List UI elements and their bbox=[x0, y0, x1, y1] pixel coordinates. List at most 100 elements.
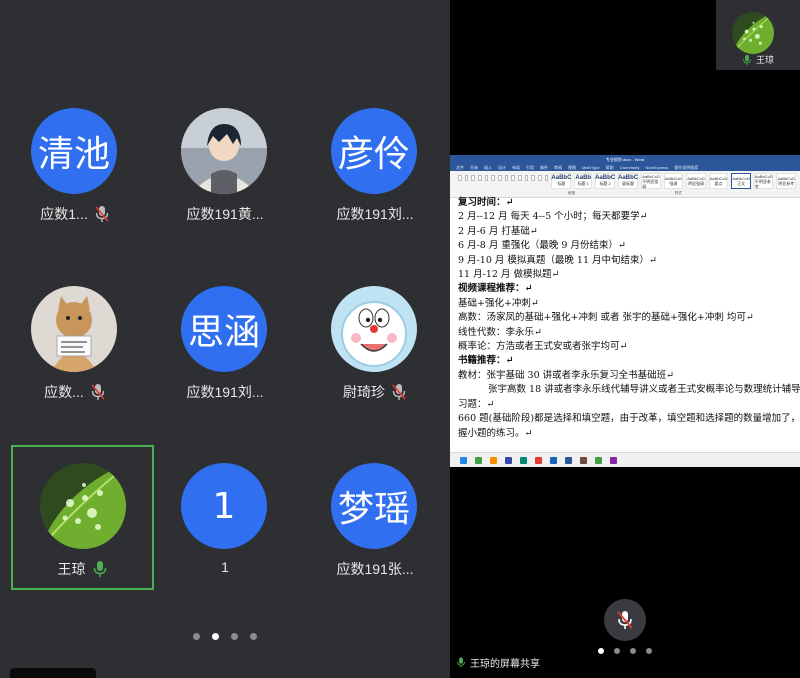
ribbon-button[interactable] bbox=[504, 175, 509, 181]
taskbar-app-icon[interactable] bbox=[490, 456, 497, 464]
word-menu-item[interactable]: 引用 bbox=[526, 165, 534, 171]
participant-grid: 清池 应数1... 应数191黄... 彦伶 应数191刘... 应数... 思涵 应数191… bbox=[0, 0, 450, 678]
screen-share-label: 王琼的屏幕共享 bbox=[456, 655, 540, 670]
style-name: 明显强调 bbox=[687, 181, 704, 186]
participant-name: 应数191刘... bbox=[186, 384, 264, 400]
page-dot[interactable] bbox=[598, 648, 604, 654]
style-gallery-item[interactable]: AaBbCcD 明显参考 bbox=[776, 173, 797, 189]
ribbon-button[interactable] bbox=[464, 175, 469, 181]
word-titlebar: 专业规划.docx - Word bbox=[450, 155, 800, 164]
style-name: 正文 bbox=[737, 181, 746, 186]
style-gallery-item[interactable]: AaBbCcD 不明显参考 bbox=[753, 173, 774, 189]
document-line: 11 月-12 月 做模拟题↵ bbox=[458, 269, 560, 281]
style-gallery-item[interactable]: AaBbC 副标题 bbox=[618, 173, 638, 189]
taskbar-app-icon[interactable] bbox=[565, 456, 572, 464]
word-menu-item[interactable]: Grammarly bbox=[620, 165, 640, 170]
word-menu-item[interactable]: 设计 bbox=[498, 165, 506, 171]
style-gallery-item[interactable]: AaBbCcD 明显强调 bbox=[686, 173, 706, 189]
shared-screen[interactable]: 专业规划.docx - Word 文件 开始 插入 设计 布局 引用 邮件 审阅 视图 MathT… bbox=[450, 155, 800, 467]
taskbar-app-icon[interactable] bbox=[595, 456, 602, 464]
taskbar-app-icon[interactable] bbox=[520, 456, 527, 464]
style-name: 标题 2 bbox=[599, 181, 611, 186]
taskbar-app-icon[interactable] bbox=[610, 456, 617, 464]
document-line: 习题：↵ bbox=[458, 398, 495, 410]
page-dot[interactable] bbox=[250, 633, 257, 640]
ribbon-button[interactable] bbox=[531, 175, 536, 181]
taskbar-app-icon[interactable] bbox=[505, 456, 512, 464]
word-menu-item[interactable]: NoteExpress bbox=[645, 165, 668, 170]
ribbon-button[interactable] bbox=[471, 175, 476, 181]
participant-name-row: 尉琦珍 bbox=[300, 382, 450, 402]
word-menu-item[interactable]: 帮助 bbox=[606, 165, 614, 171]
page-indicator[interactable] bbox=[0, 633, 450, 640]
ribbon-button[interactable] bbox=[498, 175, 502, 181]
share-page-indicator[interactable] bbox=[450, 648, 800, 654]
participant-tile[interactable]: 尉琦珍 bbox=[300, 268, 450, 413]
document-line: 教材：张宇基础 30 讲或者李永乐复习全书基础班↵ bbox=[458, 369, 675, 381]
participant-tile[interactable]: 思涵 应数191刘... bbox=[150, 268, 300, 413]
self-video-thumbnail[interactable]: 王琼 bbox=[716, 0, 800, 70]
document-line: 660 题(基础阶段)都是选择和填空题，由于改革，填空题和选择题的数量增加了， bbox=[458, 413, 800, 425]
participant-tile[interactable]: 彦伶应数191刘... bbox=[300, 90, 450, 235]
participant-name: 尉琦珍 bbox=[343, 384, 385, 400]
word-menu-item[interactable]: 文件 bbox=[456, 165, 464, 171]
participant-avatar: 彦伶 bbox=[331, 108, 417, 194]
ribbon-button[interactable] bbox=[478, 175, 482, 181]
word-menu-item[interactable]: 布局 bbox=[512, 165, 520, 171]
word-menu-item[interactable]: 操作说明搜索 bbox=[674, 165, 698, 171]
ribbon-button[interactable] bbox=[518, 175, 522, 181]
document-heading: 复习时间：↵ bbox=[458, 197, 514, 208]
page-dot[interactable] bbox=[646, 648, 652, 654]
participant-name-row: 应数191张... bbox=[300, 559, 450, 579]
participant-name-row: 王琼 bbox=[13, 559, 152, 579]
word-menu-item[interactable]: 插入 bbox=[484, 165, 492, 171]
style-gallery-item[interactable]: AaBbCcD 不明显强调 bbox=[641, 173, 661, 189]
ribbon-button[interactable] bbox=[491, 175, 496, 181]
document-heading: 视频课程推荐：↵ bbox=[458, 283, 533, 295]
word-menu-item[interactable]: 视图 bbox=[568, 165, 576, 171]
style-gallery-item[interactable]: AaBbCcD 正文 bbox=[731, 173, 751, 189]
participant-tile[interactable]: 梦瑶 应数191张... bbox=[300, 445, 450, 590]
participant-tile[interactable]: 王琼 bbox=[11, 445, 154, 590]
style-gallery-item[interactable]: AaBbC 标题 bbox=[551, 173, 571, 189]
word-menu-item[interactable]: 开始 bbox=[470, 165, 478, 171]
style-gallery-item[interactable]: AaBbCcD 强调 bbox=[663, 173, 684, 189]
ribbon-button[interactable] bbox=[524, 175, 529, 181]
participant-tile[interactable]: 应数... bbox=[0, 268, 150, 413]
page-dot[interactable] bbox=[212, 633, 219, 640]
taskbar-app-icon[interactable] bbox=[580, 456, 587, 464]
self-name-row: 王琼 bbox=[716, 53, 800, 66]
page-dot[interactable] bbox=[231, 633, 238, 640]
taskbar-app-icon[interactable] bbox=[460, 456, 467, 464]
taskbar-app-icon[interactable] bbox=[475, 456, 482, 464]
participant-name: 应数191刘... bbox=[336, 206, 414, 222]
mute-button[interactable] bbox=[604, 599, 646, 641]
participant-tile[interactable]: 清池 应数1... bbox=[0, 90, 150, 235]
participant-avatar: 清池 bbox=[31, 108, 117, 194]
participant-name-row: 应数191刘... bbox=[300, 204, 450, 224]
mic-muted-icon bbox=[617, 611, 633, 629]
word-menu-item[interactable]: MathType bbox=[582, 165, 600, 170]
participant-tile[interactable]: 11 bbox=[150, 445, 300, 590]
style-gallery-item[interactable]: AaBbCcD 要点 bbox=[708, 173, 729, 189]
ribbon-button[interactable] bbox=[484, 175, 489, 181]
word-menu-item[interactable]: 审阅 bbox=[554, 165, 562, 171]
style-gallery-item[interactable]: AaBbC 标题 2 bbox=[595, 173, 615, 189]
style-name: 副标题 bbox=[622, 181, 635, 186]
page-dot[interactable] bbox=[193, 633, 200, 640]
ribbon-button[interactable] bbox=[458, 175, 462, 181]
participant-name-row: 应数191黄... bbox=[150, 204, 300, 224]
page-dot[interactable] bbox=[630, 648, 636, 654]
ribbon-button[interactable] bbox=[544, 175, 549, 181]
taskbar-app-icon[interactable] bbox=[550, 456, 557, 464]
style-gallery-item[interactable]: AaBb 标题 1 bbox=[574, 173, 593, 189]
participant-tile[interactable]: 应数191黄... bbox=[150, 90, 300, 235]
word-menu-item[interactable]: 邮件 bbox=[540, 165, 548, 171]
page-dot[interactable] bbox=[614, 648, 620, 654]
ribbon-button[interactable] bbox=[538, 175, 542, 181]
ribbon-button[interactable] bbox=[511, 175, 516, 181]
participant-name: 应数191张... bbox=[336, 561, 414, 577]
mic-speaking-icon bbox=[742, 54, 752, 66]
taskbar-app-icon[interactable] bbox=[535, 456, 542, 464]
participant-name-row: 1 bbox=[150, 559, 300, 575]
